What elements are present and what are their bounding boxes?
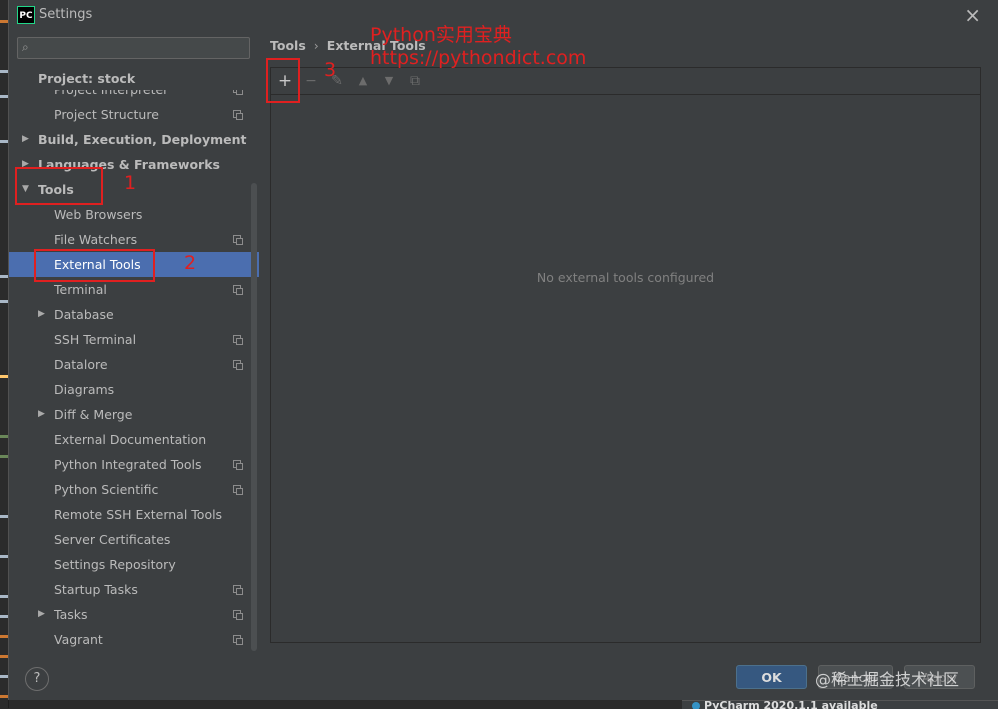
empty-list-message: No external tools configured bbox=[536, 270, 715, 285]
tree-item-startup-tasks[interactable]: Startup Tasks bbox=[9, 577, 259, 602]
add-tool-button[interactable]: + bbox=[274, 70, 296, 92]
tree-item-label: Tools bbox=[38, 182, 74, 197]
help-button[interactable]: ? bbox=[25, 667, 49, 691]
tree-item-label: Diagrams bbox=[54, 382, 115, 397]
ok-button[interactable]: OK bbox=[736, 665, 807, 689]
tree-item-external-tools[interactable]: External Tools bbox=[9, 252, 259, 277]
tree-item-label: Startup Tasks bbox=[54, 582, 138, 597]
tree-item-terminal[interactable]: Terminal bbox=[9, 277, 259, 302]
tree-item-label: External Tools bbox=[54, 257, 141, 272]
settings-search-field[interactable]: ⌕ bbox=[17, 37, 250, 59]
annotation-site-url: https://pythondict.com bbox=[370, 47, 587, 69]
external-tools-toolbar: + − ✎ ▲ ▼ ⧉ bbox=[271, 68, 980, 95]
breadcrumb-separator-icon: › bbox=[313, 38, 319, 53]
tree-item-label: Datalore bbox=[54, 357, 108, 372]
tree-item-label: Build, Execution, Deployment bbox=[38, 132, 247, 147]
collapsed-arrow-icon[interactable]: ▶ bbox=[38, 602, 45, 627]
settings-dialog: PC Settings × ⌕ Project InterpreterProje… bbox=[8, 0, 998, 700]
tree-item-python-scientific[interactable]: Python Scientific bbox=[9, 477, 259, 502]
remove-tool-button[interactable]: − bbox=[300, 70, 322, 92]
annotation-step-3: 3 bbox=[324, 59, 337, 81]
project-level-copy-icon bbox=[233, 110, 243, 120]
project-level-copy-icon bbox=[233, 610, 243, 620]
project-level-copy-icon bbox=[233, 335, 243, 345]
window-title: Settings bbox=[39, 7, 93, 22]
external-tools-list: + − ✎ ▲ ▼ ⧉ No external tools configured bbox=[270, 67, 981, 643]
tree-item-file-watchers[interactable]: File Watchers bbox=[9, 227, 259, 252]
annotation-site-name: Python实用宝典 bbox=[370, 24, 512, 46]
tree-item-label: File Watchers bbox=[54, 232, 138, 247]
move-up-button[interactable]: ▲ bbox=[352, 70, 374, 92]
tree-item-build-execution-deployment[interactable]: ▶ Build, Execution, Deployment bbox=[9, 127, 259, 152]
watermark: @稀土掘金技术社区 bbox=[815, 670, 960, 689]
close-button[interactable]: × bbox=[964, 3, 981, 27]
tree-item-diagrams[interactable]: Diagrams bbox=[9, 377, 259, 402]
tree-item-label: Server Certificates bbox=[54, 532, 171, 547]
tree-item-label: Python Scientific bbox=[54, 482, 159, 497]
tree-item-python-integrated-tools[interactable]: Python Integrated Tools bbox=[9, 452, 259, 477]
tree-item-external-documentation[interactable]: External Documentation bbox=[9, 427, 259, 452]
breadcrumb-parent[interactable]: Tools bbox=[270, 38, 306, 53]
tree-item-remote-ssh-external-tools[interactable]: Remote SSH External Tools bbox=[9, 502, 259, 527]
tree-item-label: Terminal bbox=[54, 282, 107, 297]
tree-scrollbar[interactable] bbox=[251, 183, 257, 651]
tree-item-datalore[interactable]: Datalore bbox=[9, 352, 259, 377]
tree-item-web-browsers[interactable]: Web Browsers bbox=[9, 202, 259, 227]
settings-content-panel: Tools › External Tools + − ✎ ▲ ▼ ⧉ No exte… bbox=[259, 30, 998, 655]
project-level-copy-icon bbox=[233, 460, 243, 470]
project-level-copy-icon bbox=[233, 635, 243, 645]
tree-item-label: Python Integrated Tools bbox=[54, 457, 202, 472]
tree-item-label: Project Structure bbox=[54, 107, 159, 122]
search-icon: ⌕ bbox=[22, 40, 29, 54]
tree-item-vagrant[interactable]: Vagrant bbox=[9, 627, 259, 651]
tree-item-tasks[interactable]: ▶ Tasks bbox=[9, 602, 259, 627]
annotation-step-1: 1 bbox=[124, 172, 137, 194]
project-level-copy-icon bbox=[233, 285, 243, 295]
tree-item-diff-merge[interactable]: ▶ Diff & Merge bbox=[9, 402, 259, 427]
tree-item-label: Vagrant bbox=[54, 632, 103, 647]
tree-item-database[interactable]: ▶ Database bbox=[9, 302, 259, 327]
tree-item-label: SSH Terminal bbox=[54, 332, 137, 347]
tree-header-label: Project: stock bbox=[38, 71, 136, 86]
tree-item-label: Settings Repository bbox=[54, 557, 176, 572]
collapsed-arrow-icon[interactable]: ▶ bbox=[38, 402, 45, 427]
tree-item-label: External Documentation bbox=[54, 432, 207, 447]
annotation-step-2: 2 bbox=[184, 252, 197, 274]
project-level-copy-icon bbox=[233, 585, 243, 595]
pycharm-app-icon: PC bbox=[17, 6, 35, 24]
search-input[interactable] bbox=[38, 39, 247, 59]
project-level-copy-icon bbox=[233, 360, 243, 370]
collapsed-arrow-icon[interactable]: ▶ bbox=[38, 302, 45, 327]
tree-item-label: Web Browsers bbox=[54, 207, 143, 222]
tree-item-label: Diff & Merge bbox=[54, 407, 133, 422]
expanded-arrow-icon[interactable]: ▼ bbox=[22, 177, 29, 202]
project-level-copy-icon bbox=[233, 485, 243, 495]
settings-tree: Project InterpreterProject Structure▶Bui… bbox=[9, 68, 259, 651]
collapsed-arrow-icon[interactable]: ▶ bbox=[22, 127, 29, 152]
tree-item-settings-repository[interactable]: Settings Repository bbox=[9, 552, 259, 577]
tree-item-label: Database bbox=[54, 307, 114, 322]
collapsed-arrow-icon[interactable]: ▶ bbox=[22, 152, 29, 177]
tree-item-project-structure[interactable]: Project Structure bbox=[9, 102, 259, 127]
tree-item-label: Tasks bbox=[54, 607, 88, 622]
project-level-copy-icon bbox=[233, 235, 243, 245]
move-down-button[interactable]: ▼ bbox=[378, 70, 400, 92]
tree-item-ssh-terminal[interactable]: SSH Terminal bbox=[9, 327, 259, 352]
tree-sticky-header: Project: stock bbox=[9, 68, 259, 90]
tree-item-label: Remote SSH External Tools bbox=[54, 507, 223, 522]
tree-item-server-certificates[interactable]: Server Certificates bbox=[9, 527, 259, 552]
copy-tool-button[interactable]: ⧉ bbox=[404, 70, 426, 92]
